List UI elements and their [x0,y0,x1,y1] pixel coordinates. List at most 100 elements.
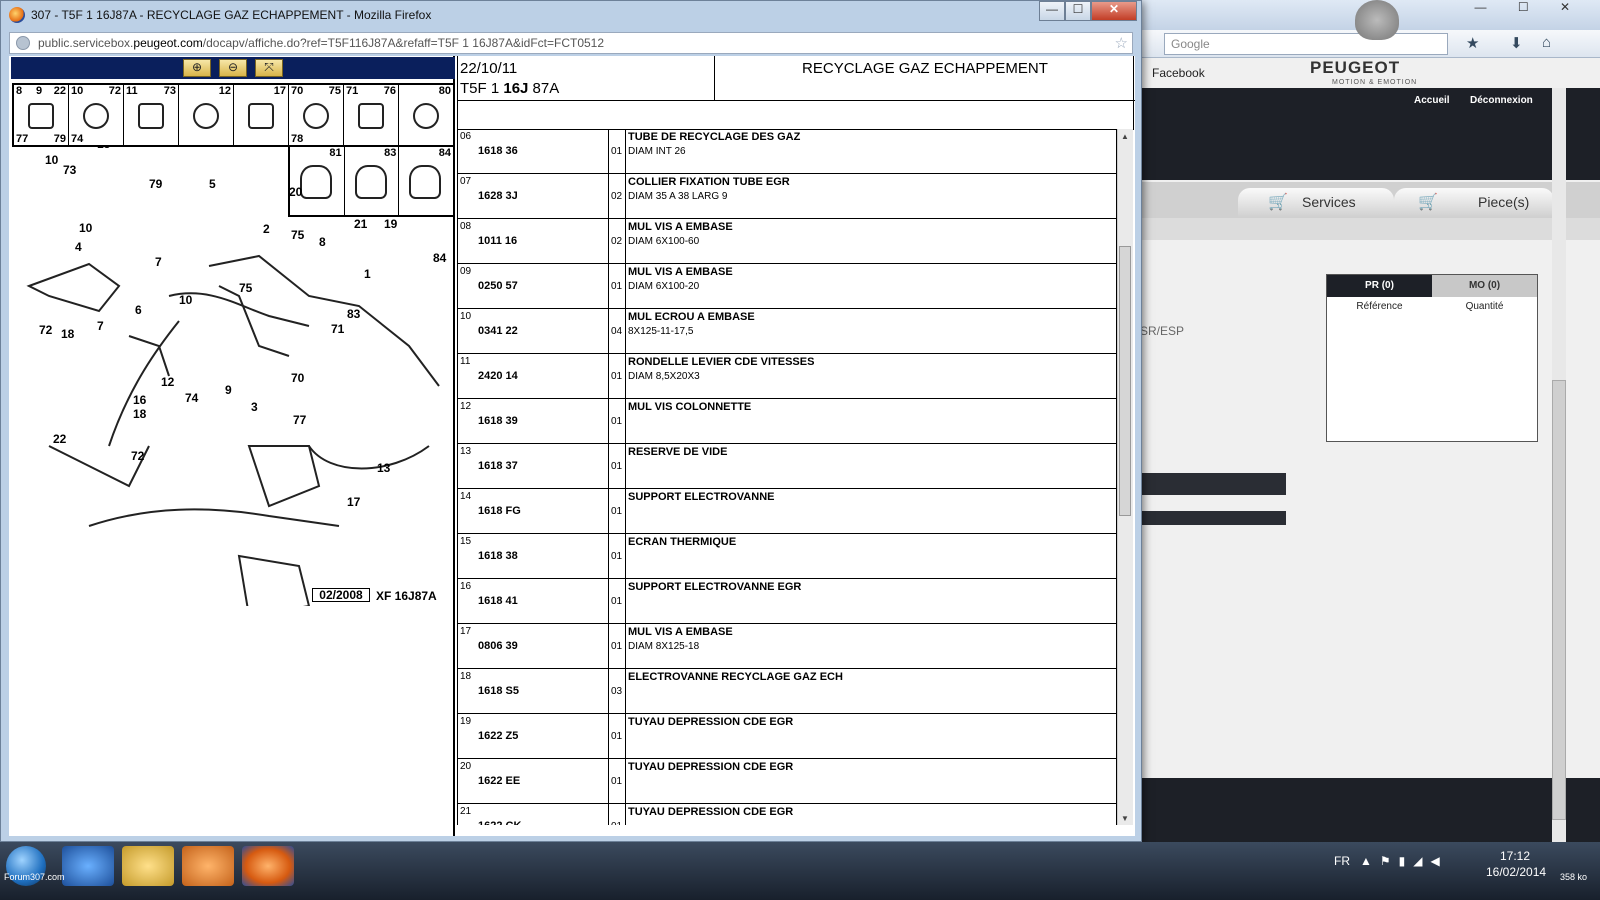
diagram-callout[interactable]: 78 [249,146,263,147]
small-part-cell[interactable]: 12 [179,85,234,145]
diagram-callout[interactable]: 70 [291,371,305,385]
diagram-callout[interactable]: 21 [354,217,368,231]
diagram-callout[interactable]: 9 [225,383,232,397]
table-row[interactable]: 10 0341 22 04 MUL ECROU A EMBASE 8X125-11-17… [458,309,1117,354]
table-row[interactable]: 17 0806 39 01 MUL VIS A EMBASE DIAM 8X125-18 [458,624,1117,669]
small-part-cell[interactable]: 11 73 [124,85,179,145]
scroll-down-icon[interactable]: ▼ [1121,814,1129,823]
diagram-callout[interactable]: 6 [135,303,142,317]
tray-icons[interactable]: ▲⚑▮◢◀ [1360,854,1448,868]
diagram-callout[interactable]: 10 [79,221,93,235]
diagram-callout[interactable]: 74 [185,391,199,405]
part-reference[interactable]: 1618 36 [478,145,518,157]
table-row[interactable]: 14 1618 FG 01 SUPPORT ELECTROVANNE [458,489,1117,534]
part-reference[interactable]: 1622 EE [478,775,520,787]
diagram-callout[interactable]: 17 [347,495,361,509]
diagram-callout[interactable]: 75 [291,228,305,242]
small-part-cell[interactable]: 10 72 74 [69,85,124,145]
part-reference[interactable]: 1618 S5 [478,685,519,697]
table-row[interactable]: 15 1618 38 01 ECRAN THERMIQUE [458,534,1117,579]
part-reference[interactable]: 1622 CK [478,820,521,825]
diagram-callout[interactable]: 77 [293,413,307,427]
table-row[interactable]: 20 1622 EE 01 TUYAU DEPRESSION CDE EGR [458,759,1117,804]
ie-taskbar-icon[interactable] [62,846,114,886]
diagram-callout[interactable]: 71 [331,322,345,336]
language-indicator[interactable]: FR [1334,854,1350,868]
google-search-input[interactable]: Google [1164,33,1448,55]
download-icon[interactable]: ⬇ [1510,34,1523,52]
table-row[interactable]: 09 0250 57 01 MUL VIS A EMBASE DIAM 6X100-20 [458,264,1117,309]
diagram-callout[interactable]: 1 [364,267,371,281]
diagram-callout[interactable]: 72 [39,323,53,337]
diagram-callout[interactable]: 83 [347,307,361,321]
tab-services[interactable]: 🛒 Services [1238,188,1394,218]
panel-tab-mo[interactable]: MO (0) [1432,275,1537,297]
diagram-callout[interactable]: 7 [155,255,162,269]
panel-tab-pr[interactable]: PR (0) [1327,275,1432,297]
diagram-callout[interactable]: 3 [251,400,258,414]
part-reference[interactable]: 1618 41 [478,595,518,607]
system-clock[interactable]: 17:12 16/02/2014 [1486,848,1546,880]
part-reference[interactable]: 1618 38 [478,550,518,562]
part-reference[interactable]: 1011 16 [478,235,517,247]
bookmark-star-icon[interactable]: ☆ [1115,34,1128,52]
url-bar[interactable]: public.servicebox.peugeot.com/docapv/aff… [9,32,1133,54]
table-row[interactable]: 16 1618 41 01 SUPPORT ELECTROVANNE EGR [458,579,1117,624]
facebook-link[interactable]: Facebook [1152,66,1205,80]
small-part-cell[interactable]: 70 75 78 [289,85,344,145]
part-reference[interactable]: 1628 3J [478,190,518,202]
diagram-callout[interactable]: 19 [384,217,398,231]
table-row[interactable]: 13 1618 37 01 RESERVE DE VIDE [458,444,1117,489]
part-reference[interactable]: 1618 37 [478,460,518,472]
table-row[interactable]: 08 1011 16 02 MUL VIS A EMBASE DIAM 6X100-60 [458,219,1117,264]
small-part-cell[interactable]: 8 9 22 77 79 [14,85,69,145]
diagram-callout[interactable]: 84 [433,251,447,265]
table-row[interactable]: 11 2420 14 01 RONDELLE LEVIER CDE VITESSES D… [458,354,1117,399]
diagram-callout[interactable]: 20 [289,185,303,199]
explorer-taskbar-icon[interactable] [122,846,174,886]
small-part-cell[interactable]: 17 [234,85,289,145]
diagram-callout[interactable]: 18 [133,407,147,421]
media-player-taskbar-icon[interactable] [182,846,234,886]
diagram-callout[interactable]: 15 [97,146,111,151]
diagram-callout[interactable]: 4 [75,240,82,254]
zoom-out-button[interactable]: ⊖ [219,59,247,77]
diagram-callout[interactable]: 10 [179,293,193,307]
part-reference[interactable]: 2420 14 [478,370,518,382]
minimize-button[interactable]: — [1039,1,1065,21]
firefox-taskbar-icon[interactable] [242,846,294,886]
small-part-cell[interactable]: 80 [399,85,453,145]
part-reference[interactable]: 0250 57 [478,280,518,292]
diagram-callout[interactable]: 22 [53,432,67,446]
nav-home-link[interactable]: Accueil [1414,95,1450,106]
nav-logout-link[interactable]: Déconnexion [1470,95,1533,106]
diagram-callout[interactable]: 8 [319,235,326,249]
bookmark-star-icon[interactable]: ★ [1466,34,1479,52]
zoom-in-button[interactable]: ⊕ [183,59,211,77]
diagram-callout[interactable]: 7 [97,319,104,333]
bg-scrollbar-thumb[interactable] [1552,380,1566,820]
maximize-button[interactable]: ☐ [1065,1,1091,21]
table-row[interactable]: 12 1618 39 01 MUL VIS COLONNETTE [458,399,1117,444]
diagram-callout[interactable]: 79 [149,177,163,191]
diagram-callout[interactable]: 13 [377,461,391,475]
table-row[interactable]: 07 1628 3J 02 COLLIER FIXATION TUBE EGR DIAM… [458,174,1117,219]
diagram-callout[interactable]: 73 [63,163,77,177]
table-scrollbar-thumb[interactable] [1119,246,1131,516]
diagram-callout[interactable]: 12 [161,375,175,389]
small-part-cell[interactable]: 71 76 [344,85,399,145]
diagram-callout[interactable]: 5 [209,177,216,191]
table-row[interactable]: 06 1618 36 01 TUBE DE RECYCLAGE DES GAZ DIAM… [458,129,1117,174]
part-reference[interactable]: 0341 22 [478,325,518,337]
part-reference[interactable]: 1622 Z5 [478,730,518,742]
diagram-callout[interactable]: 18 [61,327,75,341]
bg-window-buttons[interactable]: — ☐ ✕ [1475,0,1584,14]
close-button[interactable]: ✕ [1091,1,1137,21]
zoom-pan-button[interactable]: ⤧ [255,59,283,77]
diagram-callout[interactable]: 10 [45,153,59,167]
part-reference[interactable]: 0806 39 [478,640,518,652]
tab-pieces[interactable]: 🛒 Piece(s) [1394,188,1554,218]
diagram-callout[interactable]: 72 [131,449,145,463]
home-icon[interactable]: ⌂ [1542,34,1551,51]
table-row[interactable]: 18 1618 S5 03 ELECTROVANNE RECYCLAGE GAZ EC… [458,669,1117,714]
